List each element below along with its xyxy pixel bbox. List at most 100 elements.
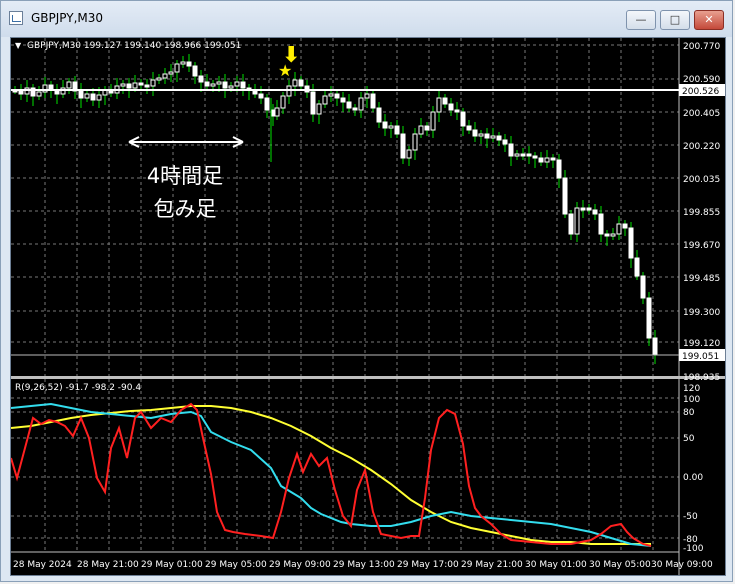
candle-body [652,337,658,355]
candle-body [298,79,304,87]
candle-body [532,155,538,159]
candle-body [628,227,634,259]
candle-body [340,97,346,103]
minimize-button[interactable]: — [626,10,656,30]
chart-frame[interactable]: ▼ GBPJPY,M30 199.127 199.140 198.966 199… [10,37,726,576]
price-label: 198.935 [683,373,720,383]
candle-body [328,93,334,97]
candle-body [586,207,592,211]
chart-canvas[interactable]: ▼ GBPJPY,M30 199.127 199.140 198.966 199… [10,38,725,575]
candle-body [472,129,478,137]
current-price-label: 199.051 [682,352,719,362]
indicator-axis[interactable]: 120 100 80 50 0.00 -50 -80 -100 [683,384,704,554]
indicator-axis-label: 120 [683,384,700,394]
indicator-axis-label: -100 [683,544,704,554]
candle-body [90,93,96,101]
time-label: 30 May 05:00 [589,560,651,570]
candle-body [388,125,394,129]
candle-body [192,65,198,77]
candle-body [460,111,466,127]
candle-body [382,121,388,129]
down-arrow-marker-icon[interactable]: ⬇ [282,43,300,68]
candle-body [436,97,442,113]
price-label: 199.855 [683,208,720,218]
candle-body [322,95,328,105]
candle-body [412,133,418,151]
candle-body [316,103,322,115]
candle-body [454,109,460,113]
candle-body [568,213,574,235]
candle-body [580,207,586,211]
candle-body [406,149,412,159]
price-label: 199.120 [683,339,720,349]
candle-body [156,77,162,81]
time-label: 29 May 05:00 [205,560,267,570]
candle-body [132,82,138,89]
time-label: 29 May 09:00 [269,560,331,570]
price-label: 200.770 [683,42,720,52]
candle-body [292,79,298,87]
candle-body [198,75,204,83]
candle-body [622,223,628,229]
candle-body [544,157,550,163]
candle-body [358,97,364,111]
candle-body [216,81,222,85]
candle-body [430,111,436,131]
pane-separator[interactable] [11,376,725,379]
candle-body [598,213,604,235]
price-label: 199.485 [683,274,720,284]
candle-body [424,125,430,131]
terminal-window: GBPJPY,M30 — □ ✕ ▼ GBPJPY,M30 199.127 19… [0,0,733,582]
candle-body [442,97,448,105]
annotation-text-line1: 4時間足 [147,164,223,188]
time-label: 29 May 17:00 [397,560,459,570]
candle-body [144,84,150,88]
candle-body [640,275,646,299]
price-label: 200.035 [683,175,720,185]
candle-body [270,109,276,117]
indicator-grid [11,379,679,552]
chart-header: GBPJPY,M30 199.127 199.140 198.966 199.0… [27,41,241,51]
time-label: 29 May 01:00 [141,560,203,570]
candle-body [168,71,174,75]
candle-body [484,133,490,139]
candle-body [514,153,520,157]
time-label: 28 May 21:00 [77,560,139,570]
candle-body [186,61,192,67]
candle-body [496,135,502,141]
chart-window-icon [9,11,23,25]
candle-body [264,97,270,111]
time-label: 29 May 21:00 [461,560,523,570]
time-label: 30 May 01:00 [525,560,587,570]
maximize-button[interactable]: □ [660,10,690,30]
candlestick-series [12,54,658,364]
candle-body [508,143,514,157]
maximize-icon: □ [669,13,681,26]
candle-body [120,83,126,87]
close-button[interactable]: ✕ [694,10,724,30]
candle-body [240,81,246,89]
candle-body [634,257,640,277]
candle-body [646,297,652,339]
title-bar[interactable]: GBPJPY,M30 — □ ✕ [1,1,732,37]
candle-body [502,139,508,145]
minimize-icon: — [635,13,647,26]
hline-price-label: 200.526 [682,87,719,97]
candle-body [204,81,210,87]
time-label: 28 May 2024 [13,560,72,570]
time-axis[interactable]: 28 May 2024 28 May 21:00 29 May 01:00 29… [13,560,713,570]
candle-body [448,103,454,111]
candle-body [466,125,472,131]
price-label: 199.670 [683,241,720,251]
time-label: 30 May 09:00 [651,560,713,570]
candle-body [616,223,622,235]
indicator-axis-label: 100 [683,395,700,405]
candle-body [520,153,526,157]
candle-body [162,73,168,79]
candle-body [150,79,156,87]
time-label: 29 May 13:00 [333,560,395,570]
candle-body [550,157,556,161]
indicator-axis-label: -50 [683,512,698,522]
candle-body [592,209,598,215]
window-title: GBPJPY,M30 [31,11,104,25]
